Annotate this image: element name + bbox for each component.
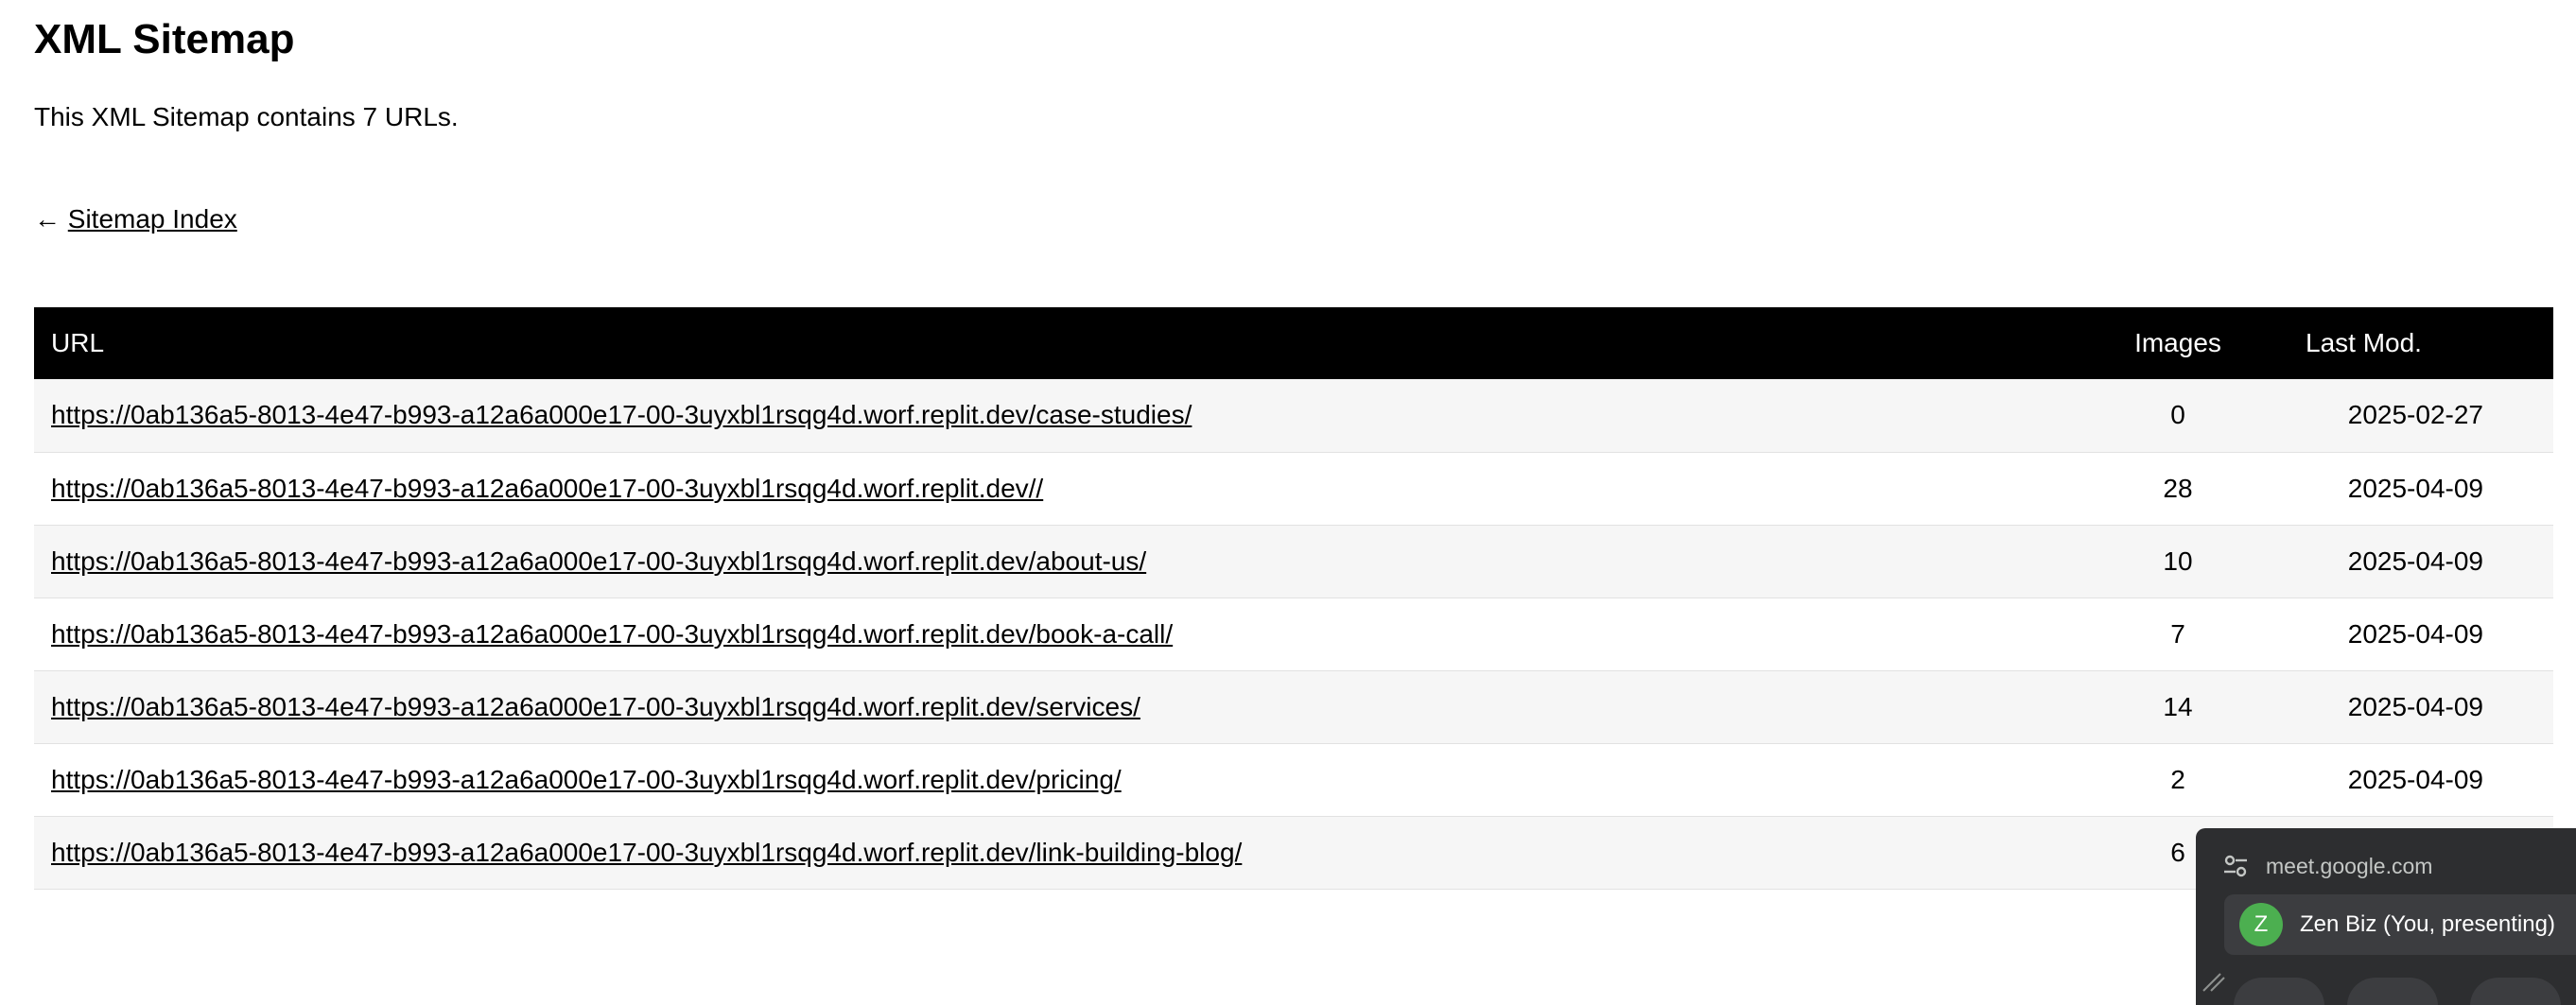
table-row: https://0ab136a5-8013-4e47-b993-a12a6a00… (34, 598, 2553, 670)
column-header-url: URL (51, 328, 105, 357)
resize-handle-icon[interactable] (2200, 970, 2230, 993)
images-count: 14 (2163, 691, 2193, 721)
table-header-row: URL Images Last Mod. (34, 307, 2553, 379)
column-header-last-mod: Last Mod. (2306, 328, 2422, 357)
column-header-images: Images (2134, 328, 2221, 357)
url-link[interactable]: https://0ab136a5-8013-4e47-b993-a12a6a00… (51, 400, 1192, 429)
url-link[interactable]: https://0ab136a5-8013-4e47-b993-a12a6a00… (51, 619, 1173, 649)
meet-control-button[interactable] (2470, 978, 2561, 1005)
images-count: 0 (2170, 400, 2185, 430)
avatar: Z (2239, 903, 2283, 946)
images-count: 7 (2170, 618, 2185, 649)
last-mod-date: 2025-02-27 (2347, 400, 2483, 430)
meet-domain-text: meet.google.com (2266, 853, 2433, 878)
url-link[interactable]: https://0ab136a5-8013-4e47-b993-a12a6a00… (51, 546, 1146, 576)
last-mod-date: 2025-04-09 (2347, 546, 2483, 576)
table-row: https://0ab136a5-8013-4e47-b993-a12a6a00… (34, 379, 2553, 452)
images-count: 2 (2170, 764, 2185, 794)
meet-domain-row[interactable]: meet.google.com (2222, 847, 2432, 885)
url-link[interactable]: https://0ab136a5-8013-4e47-b993-a12a6a00… (51, 838, 1242, 867)
table-row: https://0ab136a5-8013-4e47-b993-a12a6a00… (34, 452, 2553, 525)
images-count: 10 (2163, 546, 2193, 576)
url-link[interactable]: https://0ab136a5-8013-4e47-b993-a12a6a00… (51, 474, 1043, 503)
page-title: XML Sitemap (34, 16, 295, 62)
back-arrow-icon: ← (34, 204, 61, 234)
sitemap-index-link[interactable]: Sitemap Index (68, 204, 237, 234)
sitemap-description: This XML Sitemap contains 7 URLs. (34, 102, 459, 131)
table-row: https://0ab136a5-8013-4e47-b993-a12a6a00… (34, 670, 2553, 743)
back-navigation: ← Sitemap Index (34, 200, 237, 238)
last-mod-date: 2025-04-09 (2347, 473, 2483, 503)
meet-presenting-popup: meet.google.com Z Zen Biz (You, presenti… (2196, 828, 2576, 1005)
table-row: https://0ab136a5-8013-4e47-b993-a12a6a00… (34, 816, 2553, 889)
sitemap-table: URL Images Last Mod. https://0ab136a5-80… (34, 307, 2553, 890)
meet-control-button[interactable] (2234, 978, 2324, 1005)
table-row: https://0ab136a5-8013-4e47-b993-a12a6a00… (34, 525, 2553, 598)
url-link[interactable]: https://0ab136a5-8013-4e47-b993-a12a6a00… (51, 692, 1140, 721)
images-count: 28 (2163, 473, 2193, 503)
last-mod-date: 2025-04-09 (2347, 691, 2483, 721)
last-mod-date: 2025-04-09 (2347, 618, 2483, 649)
tune-icon (2224, 855, 2247, 877)
table-row: https://0ab136a5-8013-4e47-b993-a12a6a00… (34, 743, 2553, 816)
url-link[interactable]: https://0ab136a5-8013-4e47-b993-a12a6a00… (51, 765, 1122, 794)
meet-presenter-row[interactable]: Z Zen Biz (You, presenting) (2224, 894, 2576, 955)
meet-control-button[interactable] (2347, 978, 2438, 1005)
presenter-name: Zen Biz (You, presenting) (2300, 911, 2555, 937)
last-mod-date: 2025-04-09 (2347, 764, 2483, 794)
